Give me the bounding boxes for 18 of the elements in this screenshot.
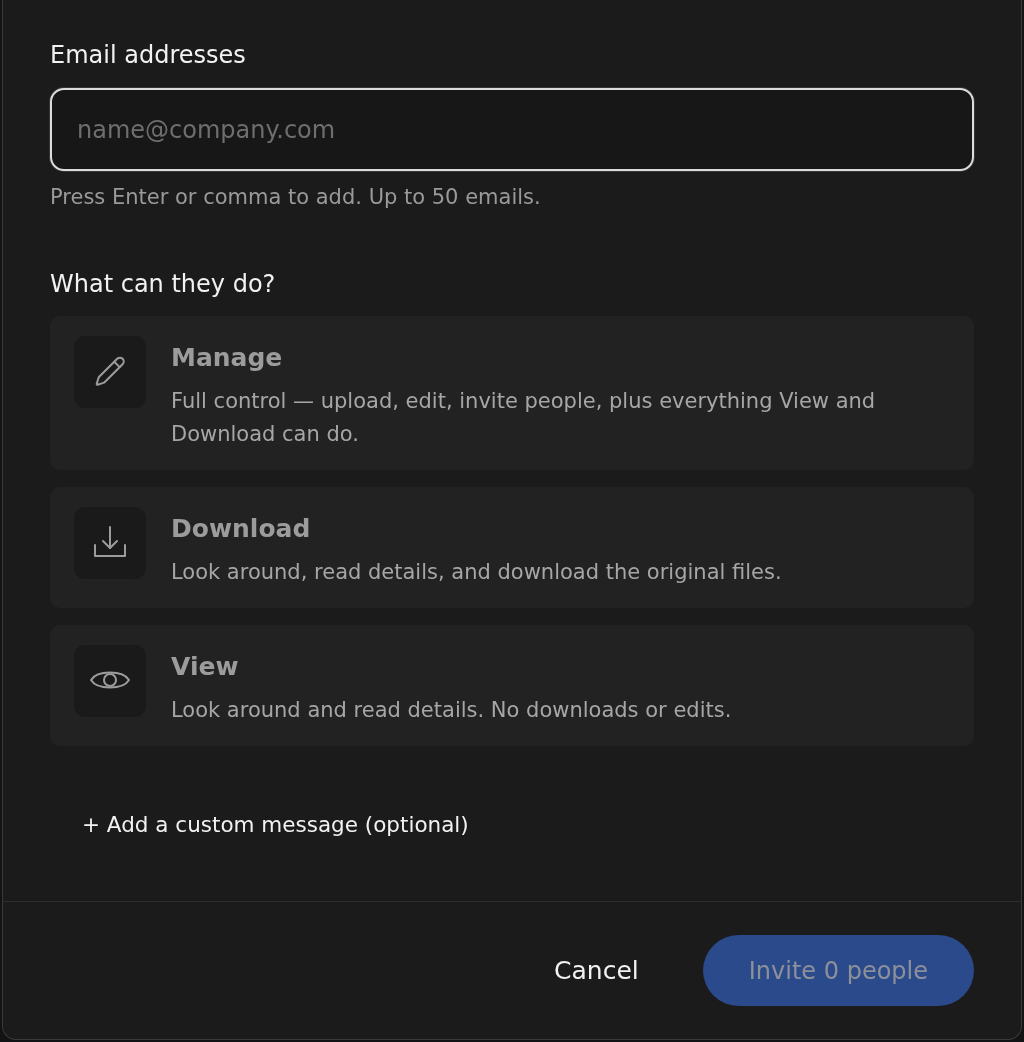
permission-option[interactable]: Download Look around, read details, and download the original files. (50, 487, 974, 608)
permission-option[interactable]: Manage Full control — upload, edit, invite people, plus everything View and Download can do. (50, 316, 974, 470)
add-message-link[interactable]: + Add a custom message (optional) (82, 811, 469, 839)
email-input-field[interactable]: name@company.com (50, 88, 974, 171)
cancel-button[interactable]: Cancel (522, 935, 671, 1006)
eye-icon (74, 645, 146, 717)
option-description: Look around and read details. No downloads or edits. (171, 697, 732, 724)
pencil-icon (74, 336, 146, 408)
option-description: Look around, read details, and download the original files. (171, 559, 782, 586)
permission-option[interactable]: View Look around and read details. No downloads or edits. (50, 625, 974, 746)
option-title: View (171, 651, 239, 683)
download-icon (74, 507, 146, 579)
option-description: Full control — upload, edit, invite people, plus everything View and Download can do. (171, 388, 877, 448)
option-title: Manage (171, 342, 283, 374)
email-hint: Press Enter or comma to add. Up to 50 emails. (50, 185, 541, 209)
permissions-heading: What can they do? (50, 270, 276, 298)
email-label: Email addresses (50, 41, 246, 69)
option-title: Download (171, 513, 311, 545)
